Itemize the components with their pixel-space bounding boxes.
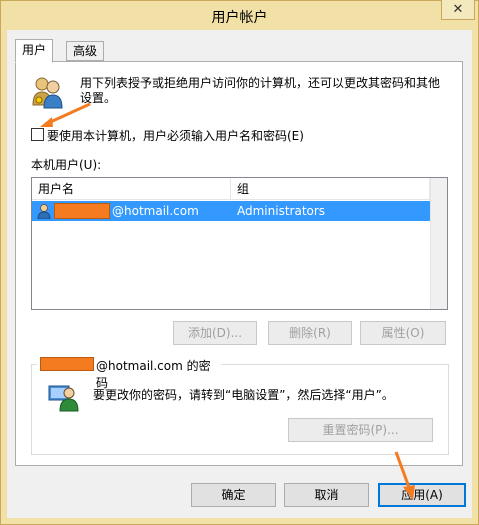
user-group: Administrators bbox=[237, 204, 326, 218]
users-icon bbox=[32, 77, 63, 109]
close-icon: ✕ bbox=[452, 2, 464, 17]
password-group-caption: @hotmail.com 的密码 bbox=[37, 356, 221, 390]
users-listview[interactable]: 用户名 组 @hotmail.com Administrators bbox=[31, 177, 448, 310]
ok-button[interactable]: 确定 bbox=[191, 483, 276, 507]
window-title: 用户帐户 bbox=[211, 10, 268, 26]
username-suffix: @hotmail.com bbox=[112, 204, 199, 218]
properties-button[interactable]: 属性(O) bbox=[360, 321, 446, 345]
intro-text-line2: 设置。 bbox=[80, 91, 117, 105]
require-login-checkbox[interactable] bbox=[31, 128, 44, 141]
reset-password-button[interactable]: 重置密码(P)... bbox=[288, 418, 433, 442]
add-user-button[interactable]: 添加(D)... bbox=[173, 321, 257, 345]
password-message: 要更改你的密码，请转到“电脑设置”，然后选择“用户”。 bbox=[93, 388, 394, 402]
intro-text-line1: 用下列表授予或拒绝用户访问你的计算机，还可以更改其密码和其他 bbox=[80, 76, 441, 90]
title-bar[interactable]: 用户帐户 bbox=[1, 1, 478, 29]
cancel-button[interactable]: 取消 bbox=[284, 483, 369, 507]
require-login-label[interactable]: 要使用本计算机，用户必须输入用户名和密码(E) bbox=[47, 127, 304, 144]
close-button[interactable]: ✕ bbox=[441, 0, 475, 20]
column-header-group[interactable]: 组 bbox=[231, 178, 430, 200]
redacted-username bbox=[54, 203, 110, 219]
tab-advanced-label: 高级 bbox=[73, 44, 98, 58]
apply-button[interactable]: 应用(A) bbox=[378, 483, 466, 507]
password-user-icon bbox=[48, 385, 79, 412]
remove-user-button[interactable]: 删除(R) bbox=[268, 321, 352, 345]
tab-users[interactable]: 用户 bbox=[15, 39, 54, 63]
column-header-username[interactable]: 用户名 bbox=[32, 178, 231, 200]
redacted-account-name bbox=[40, 357, 94, 371]
user-icon bbox=[37, 204, 51, 219]
vertical-scrollbar[interactable] bbox=[430, 178, 447, 309]
local-users-label: 本机用户(U): bbox=[31, 158, 102, 172]
intro-text: 用下列表授予或拒绝用户访问你的计算机，还可以更改其密码和其他 设置。 bbox=[80, 76, 450, 106]
tab-advanced[interactable]: 高级 bbox=[66, 41, 105, 61]
tab-users-label: 用户 bbox=[22, 43, 47, 57]
users-list-header: 用户名 组 bbox=[32, 178, 447, 200]
table-row[interactable]: @hotmail.com Administrators bbox=[32, 201, 430, 221]
